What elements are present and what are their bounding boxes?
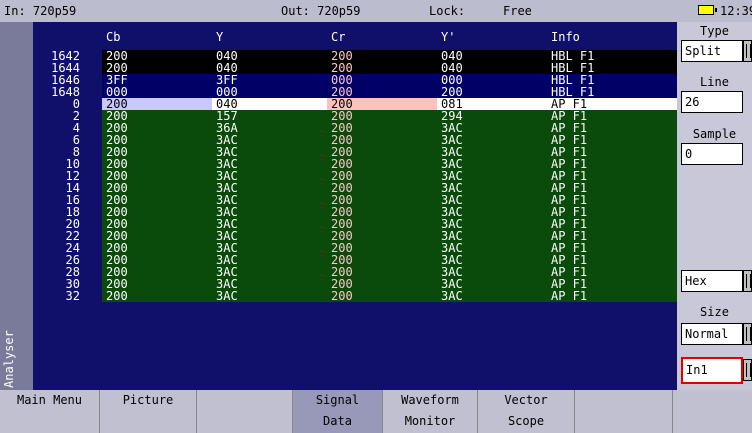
table-row[interactable]: 200 3AC 200 3AC AP F1 — [102, 218, 694, 230]
table-row[interactable]: 200 3AC 200 3AC AP F1 — [102, 254, 694, 266]
input-dropdown-icon[interactable] — [743, 359, 752, 381]
table-row[interactable]: 200 040 200 081 AP F1 — [102, 98, 694, 110]
line-label: Line — [700, 75, 729, 89]
format-dropdown-icon[interactable] — [743, 270, 752, 292]
softkey-signal-data[interactable]: Signal Data — [293, 390, 383, 433]
softkey-picture[interactable]: Picture — [100, 390, 197, 433]
table-row[interactable]: 200 040 200 040 HBL F1 — [102, 50, 694, 62]
table-row[interactable]: 200 3AC 200 3AC AP F1 — [102, 194, 694, 206]
input-format: In: 720p59 — [4, 4, 77, 18]
table-row[interactable]: 200 3AC 200 3AC AP F1 — [102, 146, 694, 158]
softkey-label-2: Scope — [507, 414, 545, 428]
softkey-label: Signal — [315, 393, 360, 407]
table-row[interactable]: 200 3AC 200 3AC AP F1 — [102, 158, 694, 170]
table-row[interactable]: 200 3AC 200 3AC AP F1 — [102, 230, 694, 242]
column-header-info: Info — [551, 30, 580, 44]
softkey-blank-3[interactable] — [673, 390, 752, 433]
table-row[interactable]: 200 157 200 294 AP F1 — [102, 110, 694, 122]
cb-cell: 200 — [106, 289, 128, 303]
line-input[interactable]: 26 — [681, 91, 743, 113]
softkey-label: Picture — [122, 393, 174, 407]
control-panel: Type Split Line 26 Sample 0 Hex Size Nor… — [677, 22, 752, 390]
type-label: Type — [700, 24, 729, 38]
softkey-blank-1[interactable] — [197, 390, 293, 433]
sample-label: Sample — [692, 127, 737, 141]
softkey-main-menu[interactable]: Main Menu — [0, 390, 100, 433]
size-dropdown-icon[interactable] — [743, 323, 752, 345]
status-bar: In: 720p59 Out: 720p59 Lock: Free 12:39 — [0, 0, 752, 22]
sample-input[interactable]: 0 — [681, 143, 743, 165]
softkey-blank-2[interactable] — [575, 390, 673, 433]
table-row[interactable]: 3FF 3FF 000 000 HBL F1 — [102, 74, 694, 86]
lock-label: Lock: — [429, 4, 466, 18]
size-label: Size — [700, 305, 729, 319]
column-header-cr: Cr — [331, 30, 346, 44]
table-row[interactable]: 200 3AC 200 3AC AP F1 — [102, 278, 694, 290]
table-row[interactable]: 200 3AC 200 3AC AP F1 — [102, 182, 694, 194]
table-row[interactable]: 200 040 200 040 HBL F1 — [102, 62, 694, 74]
y-cell: 3AC — [216, 289, 238, 303]
softkey-vector-scope[interactable]: Vector Scope — [478, 390, 575, 433]
table-row[interactable]: 200 3AC 200 3AC AP F1 — [102, 290, 694, 302]
line-number: 32 — [65, 289, 80, 303]
table-row[interactable]: 200 3AC 200 3AC AP F1 — [102, 134, 694, 146]
clock: 12:39 — [720, 4, 752, 18]
column-header-y: Y — [216, 30, 224, 44]
size-select[interactable]: Normal — [681, 323, 743, 345]
table-row[interactable]: 200 3AC 200 3AC AP F1 — [102, 170, 694, 182]
column-header-y-prime: Y' — [441, 30, 456, 44]
softkey-label: Waveform — [401, 393, 459, 407]
format-select[interactable]: Hex — [681, 270, 743, 292]
cr-cell: 200 — [331, 289, 353, 303]
column-header-cb: Cb — [106, 30, 121, 44]
softkey-label: Main Menu — [16, 393, 83, 407]
softkey-label-2: Monitor — [404, 414, 456, 428]
info-cell: AP F1 — [551, 289, 588, 303]
battery-icon — [698, 5, 717, 15]
sidebar: Analyser — [0, 22, 33, 390]
table-row[interactable]: 200 3AC 200 3AC AP F1 — [102, 206, 694, 218]
table-row[interactable]: 000 000 200 200 HBL F1 — [102, 86, 694, 98]
softkey-bar: Main Menu Picture Signal Data Waveform M… — [0, 390, 752, 433]
signal-data-table: Cb Y Cr Y' Info 1642 200 040 200 040 HBL F1 16… — [33, 22, 694, 390]
table-row[interactable]: 200 3AC 200 3AC AP F1 — [102, 266, 694, 278]
type-select[interactable]: Split — [681, 40, 743, 62]
lock-status: Free — [503, 4, 532, 18]
softkey-label: Vector — [504, 393, 548, 407]
softkey-waveform-monitor[interactable]: Waveform Monitor — [383, 390, 478, 433]
input-select[interactable]: In1 — [681, 357, 743, 384]
softkey-label-2: Data — [323, 414, 352, 428]
type-dropdown-icon[interactable] — [743, 40, 752, 62]
table-row[interactable]: 200 36A 200 3AC AP F1 — [102, 122, 694, 134]
y-prime-cell: 3AC — [441, 289, 463, 303]
table-row[interactable]: 200 3AC 200 3AC AP F1 — [102, 242, 694, 254]
sidebar-label-analyser: Analyser — [2, 330, 16, 388]
output-format: Out: 720p59 — [281, 4, 361, 18]
